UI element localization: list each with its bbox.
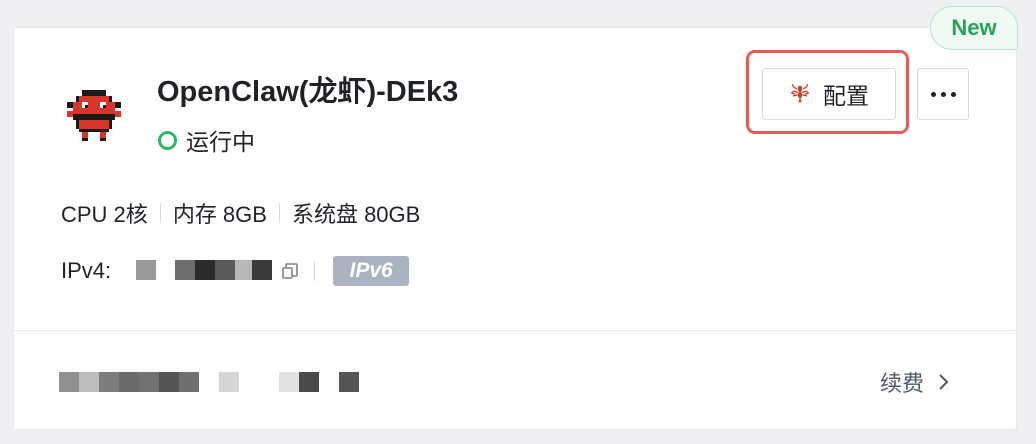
red-crab-pixel-icon (67, 90, 121, 141)
more-button[interactable] (917, 68, 969, 120)
status-label: 运行中 (186, 129, 255, 155)
status-dot-icon (158, 130, 177, 150)
divider (159, 203, 161, 223)
ellipsis-icon (928, 91, 958, 97)
cpu-spec: CPU 2核 (61, 202, 148, 227)
new-badge: New (930, 6, 1018, 50)
status-indicator: 运行中 (158, 125, 255, 155)
card-divider (13, 330, 1017, 331)
ip-row: IPv4: IPv6 (61, 255, 410, 287)
expiry-info-redacted (59, 372, 359, 392)
ipv4-label: IPv4: (61, 258, 112, 283)
copy-icon[interactable] (280, 261, 300, 281)
config-button[interactable]: 配置 (762, 68, 896, 120)
divider (314, 261, 316, 281)
ipv6-badge[interactable]: IPv6 (333, 256, 410, 286)
divider (278, 203, 280, 223)
spec-row: CPU 2核 内存 8GB 系统盘 80GB (61, 198, 420, 228)
chevron-right-icon (939, 374, 949, 390)
memory-spec: 内存 8GB (172, 202, 267, 227)
disk-spec: 系统盘 80GB (291, 202, 421, 227)
renew-link[interactable]: 续费 (880, 366, 950, 398)
config-button-label: 配置 (823, 83, 869, 109)
instance-title: OpenClaw(龙虾)-DEk3 (157, 76, 459, 108)
ipv4-address-redacted (136, 260, 273, 282)
lobster-icon (790, 84, 810, 103)
renew-label: 续费 (880, 371, 925, 396)
